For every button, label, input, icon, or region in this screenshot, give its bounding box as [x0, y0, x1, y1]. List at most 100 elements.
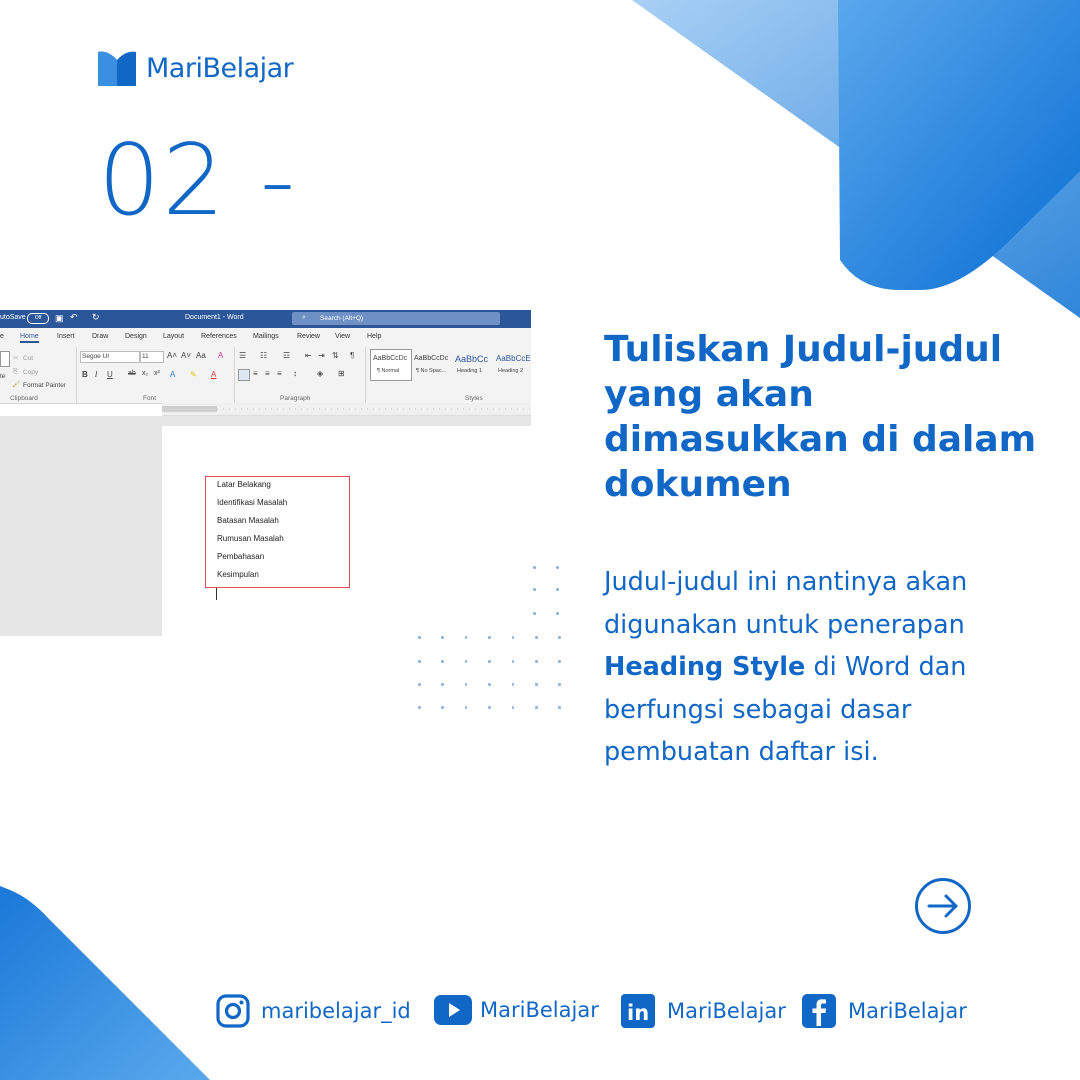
sort-icon[interactable]: ⇅ [332, 351, 339, 360]
word-screenshot: utoSave Off ▣ ↶ ↻ Document1 - Word ⌕ Sea… [0, 310, 531, 636]
copy-icon[interactable]: ⎘ [13, 368, 18, 376]
style-name: ¶ Normal [377, 368, 400, 374]
step-number: 02 - [98, 124, 298, 238]
document-line: Rumusan Masalah [217, 534, 284, 543]
document-line: Kesimpulan [217, 570, 259, 579]
line-spacing-icon[interactable]: ↕ [293, 369, 297, 378]
social-facebook[interactable]: MariBelajar [802, 994, 967, 1028]
decorative-dot [511, 660, 515, 663]
tab-home[interactable]: Home [20, 333, 39, 343]
text-effects-icon[interactable]: A [170, 370, 175, 379]
social-youtube[interactable]: MariBelajar [434, 994, 599, 1026]
autosave-label: utoSave [0, 314, 26, 321]
document-margin-area [0, 416, 162, 636]
decorative-dot [511, 636, 515, 639]
align-left-button[interactable] [238, 369, 250, 381]
shrink-font-icon[interactable]: A˅ [181, 351, 191, 360]
copy-label[interactable]: Copy [23, 369, 38, 376]
tab-layout[interactable]: Layout [163, 333, 184, 340]
decorative-dot [535, 636, 538, 639]
style-preview: AaBbCcDc [373, 355, 408, 362]
word-search-box[interactable]: ⌕ Search (Alt+Q) [292, 312, 500, 325]
decorative-dot [535, 706, 538, 709]
document-line: Batasan Masalah [217, 516, 279, 525]
underline-button[interactable]: U [107, 370, 113, 379]
tab-mailings[interactable]: Mailings [253, 333, 279, 340]
show-marks-icon[interactable]: ¶ [350, 351, 354, 360]
style-preview[interactable]: AaBbCc [455, 354, 488, 364]
style-name: Heading 2 [498, 368, 524, 374]
align-right-icon[interactable]: ≡ [265, 369, 270, 378]
decorative-dot [511, 706, 515, 709]
decorative-dot [535, 683, 538, 686]
autosave-toggle[interactable]: Off [27, 313, 49, 324]
decorative-dot [441, 706, 444, 709]
numbering-icon[interactable]: ☷ [260, 351, 267, 360]
decorative-dot [441, 683, 444, 686]
svg-text:in: in [627, 1001, 649, 1025]
style-normal[interactable] [370, 349, 412, 381]
clear-format-icon[interactable]: A [218, 351, 223, 360]
decrease-indent-icon[interactable]: ⇤ [305, 351, 312, 360]
format-painter-icon[interactable]: 🖌 [12, 380, 20, 388]
tab-insert[interactable]: Insert [57, 333, 75, 340]
decorative-dot [464, 683, 468, 686]
justify-icon[interactable]: ≡ [277, 369, 282, 378]
highlight-icon[interactable]: ✎ [190, 370, 197, 379]
linkedin-icon: in [621, 994, 655, 1028]
font-group-label: Font [143, 395, 157, 402]
brand-logo: MariBelajar [98, 50, 294, 86]
bold-button[interactable]: B [82, 370, 88, 379]
social-linkedin[interactable]: in MariBelajar [621, 994, 786, 1028]
superscript-button[interactable]: x² [154, 370, 160, 377]
arrow-right-circle-icon[interactable] [914, 877, 972, 935]
align-center-icon[interactable]: ≡ [253, 369, 258, 378]
redo-icon[interactable]: ↻ [92, 312, 100, 323]
tab-design[interactable]: Design [125, 333, 147, 340]
tab-draw[interactable]: Draw [92, 333, 108, 340]
document-line: Identifikasi Masalah [217, 498, 288, 507]
youtube-icon [434, 995, 472, 1025]
cut-icon[interactable]: ✂ [13, 354, 18, 362]
change-case-icon[interactable]: Aa [196, 351, 206, 360]
italic-button[interactable]: I [95, 370, 97, 379]
bullets-icon[interactable]: ☰ [239, 351, 246, 360]
multilevel-list-icon[interactable]: ☲ [283, 351, 290, 360]
grow-font-icon[interactable]: A˄ [167, 351, 177, 360]
tab-review[interactable]: Review [297, 333, 320, 340]
style-preview[interactable]: AaBbCcE [496, 354, 531, 363]
decorative-dot [556, 588, 559, 591]
social-handle: MariBelajar [848, 999, 967, 1023]
book-logo-icon [98, 51, 136, 86]
document-top-gap [162, 416, 531, 426]
document-line: Pembahasan [217, 552, 265, 561]
clipboard-group-label: Clipboard [10, 395, 38, 402]
decorative-dot [488, 706, 491, 709]
social-instagram[interactable]: maribelajar_id [216, 994, 411, 1028]
strikethrough-button[interactable]: ab [128, 370, 136, 377]
decorative-dot [558, 636, 561, 639]
tab-references[interactable]: References [201, 333, 237, 340]
tab-view[interactable]: View [335, 333, 350, 340]
save-icon[interactable]: ▣ [55, 313, 64, 324]
shading-icon[interactable]: ◈ [317, 369, 323, 378]
format-painter-label[interactable]: Format Painter [23, 382, 66, 389]
font-color-icon[interactable]: A [211, 370, 216, 379]
decorative-dot [556, 612, 559, 615]
style-preview[interactable]: AaBbCcDc [414, 355, 448, 362]
tab-file[interactable]: e [0, 333, 4, 340]
undo-icon[interactable]: ↶ [70, 312, 78, 323]
decorative-dot [533, 612, 536, 615]
paste-icon[interactable] [0, 351, 10, 367]
subscript-button[interactable]: x₂ [142, 370, 148, 377]
cut-label[interactable]: Cut [23, 355, 33, 362]
increase-indent-icon[interactable]: ⇥ [318, 351, 325, 360]
paste-label[interactable]: te [0, 373, 5, 380]
instagram-icon [216, 994, 250, 1028]
borders-icon[interactable]: ⊞ [338, 369, 345, 378]
tab-help[interactable]: Help [367, 333, 381, 340]
paragraph-group-label: Paragraph [280, 395, 311, 402]
word-ribbon-tabs: e Home Insert Draw Design Layout Referen… [0, 328, 531, 345]
decorative-dot [464, 706, 468, 709]
decorative-dot [418, 683, 421, 686]
